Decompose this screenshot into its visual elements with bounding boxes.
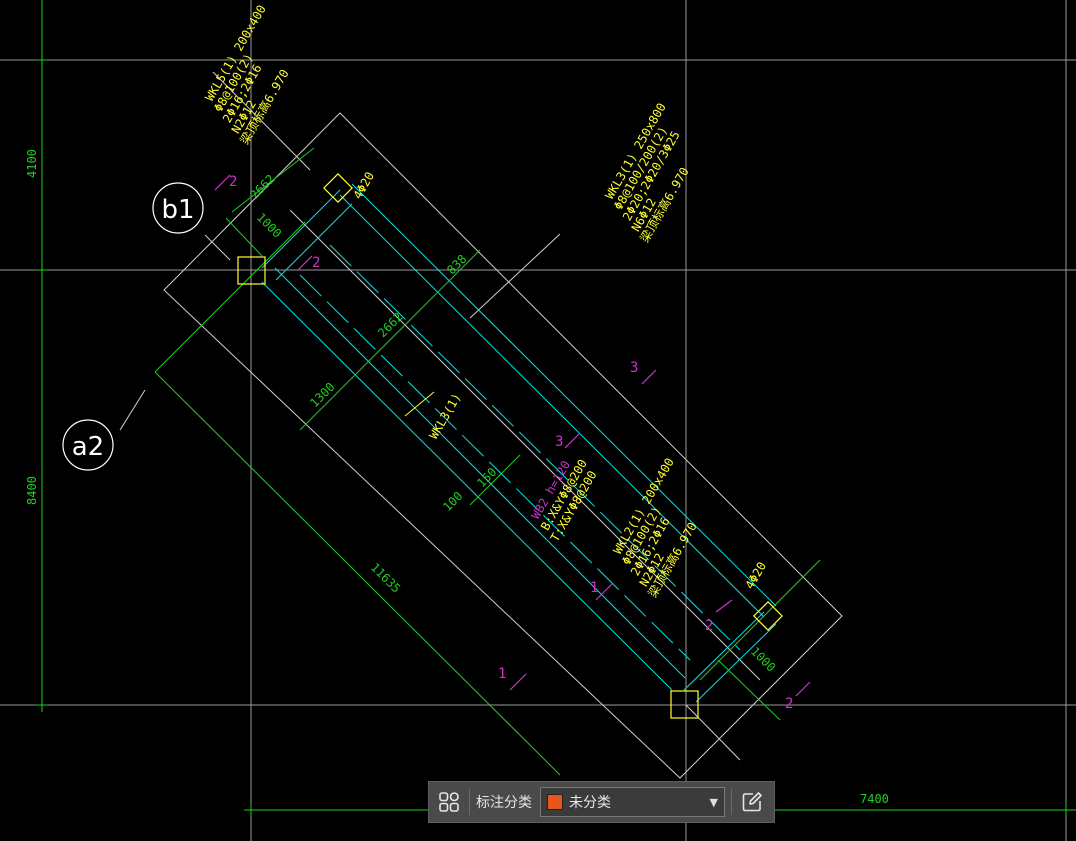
- inner-dimension-lines: [154, 147, 821, 776]
- dimension-line: [154, 371, 561, 776]
- edit-button[interactable]: [732, 782, 772, 822]
- beam-outline: [261, 183, 777, 703]
- section-cut: [509, 673, 527, 691]
- dimension-text: 4100: [25, 149, 39, 178]
- section-mark-numbers: 2 2 3 3 1 1 2 2: [229, 174, 793, 712]
- axis-label-b1: b1: [161, 195, 194, 225]
- section-number: 2: [312, 255, 320, 271]
- dimension-text: 7400: [860, 792, 889, 806]
- beam-edge: [261, 281, 673, 691]
- slab-annotation-wb2: WB2 h=120 B:X&YΦ8@200 T:X&YΦ8@200: [528, 457, 599, 544]
- column: [753, 601, 783, 631]
- axis-label-a2: a2: [72, 432, 104, 462]
- category-color-swatch: [547, 794, 563, 810]
- category-label: 标注分类: [476, 795, 532, 811]
- beam-annotation-wkl3: WKL3(1) 250x800 Φ8@100/200(2) 2Φ20;2Φ20/…: [602, 101, 691, 245]
- dimension-text: 11635: [368, 560, 403, 595]
- cad-drawing-canvas[interactable]: b1 a2 WKL5(1) 200x400 Φ8@100(2) 2Φ16;2Φ1…: [0, 0, 1076, 841]
- beam-edge: [351, 183, 777, 607]
- section-number: 1: [498, 666, 506, 682]
- section-cut: [715, 599, 733, 613]
- section-number: 3: [555, 434, 563, 450]
- beam-edge: [339, 194, 765, 618]
- dimension-text: 8400: [25, 476, 39, 505]
- section-number: 2: [785, 696, 793, 712]
- section-number: 2: [229, 174, 237, 190]
- leader-line: [119, 389, 146, 431]
- section-number: 2: [705, 618, 713, 634]
- dimension-text: 2662: [375, 310, 405, 340]
- section-cut: [795, 681, 811, 697]
- section-cut: [214, 174, 231, 191]
- boundary-inner-line: [289, 209, 761, 681]
- slab-rebar-line: [299, 274, 691, 661]
- beam-annotation-wkl5: WKL5(1) 200x400 Φ8@100(2) 2Φ16;2Φ16 N2Φ1…: [202, 3, 291, 147]
- axis-bubble-a2: a2: [62, 419, 114, 471]
- dimension-texts: 2662 1000 838 2662 1300 150 100 11635 10…: [25, 149, 889, 806]
- category-dropdown[interactable]: 未分类 ▼: [540, 787, 725, 817]
- grid-four-icon: [439, 792, 459, 812]
- section-number: 3: [630, 360, 638, 376]
- leader-line: [204, 234, 231, 261]
- section-cut-lines: [214, 174, 811, 697]
- dimension-line: [225, 217, 263, 257]
- section-cut: [297, 255, 313, 271]
- rebar-label-top: 4Φ20: [350, 169, 377, 201]
- leader-line: [469, 233, 561, 319]
- section-cut: [564, 432, 581, 449]
- rebar-label-bottom: 4Φ20: [742, 559, 769, 591]
- beam-mid-label: WKL3(1): [426, 391, 463, 442]
- axis-bubble-b1: b1: [152, 182, 204, 234]
- dimension-text: 1300: [307, 380, 337, 410]
- dimension-text: 2662: [247, 172, 277, 202]
- section-cut: [641, 369, 657, 385]
- beam-edge: [274, 267, 686, 679]
- column: [323, 173, 353, 203]
- dimension-text: 1000: [254, 210, 284, 240]
- grid-view-button[interactable]: [429, 782, 469, 822]
- dimension-text: 838: [444, 252, 469, 277]
- chevron-down-icon: ▼: [709, 795, 718, 809]
- dimension-text: 100: [440, 489, 465, 514]
- dimension-line: [154, 221, 306, 373]
- boundary-extension: [685, 704, 741, 761]
- edit-icon: [742, 792, 762, 812]
- section-number: 1: [590, 580, 598, 596]
- annotation-category-toolbar: 标注分类 未分类 ▼: [428, 781, 775, 823]
- dimension-text: 1000: [748, 644, 778, 674]
- grid-lines: [0, 0, 1076, 841]
- category-selected-value: 未分类: [569, 795, 611, 811]
